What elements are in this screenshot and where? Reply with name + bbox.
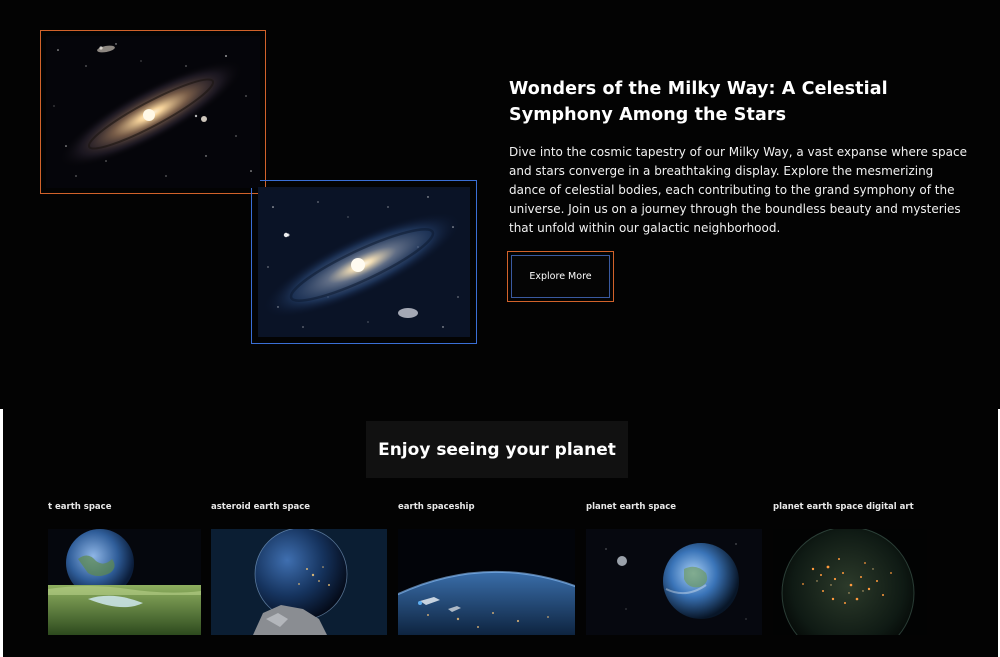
gallery-card-label: planet earth space digital art bbox=[773, 502, 914, 512]
planet-gallery-section: Enjoy seeing your planet t earth space a… bbox=[3, 409, 998, 657]
hero-description: Dive into the cosmic tapestry of our Mil… bbox=[509, 145, 967, 235]
planet-earth-image bbox=[586, 529, 762, 635]
earth-landscape-image bbox=[48, 529, 201, 635]
gallery-heading: Enjoy seeing your planet bbox=[378, 439, 616, 460]
asteroid-earth-image bbox=[211, 529, 387, 635]
hero-section: Wonders of the Milky Way: A Celestial Sy… bbox=[0, 0, 1000, 409]
galaxy-image-warm bbox=[46, 36, 260, 188]
gallery-card-label: asteroid earth space bbox=[211, 502, 311, 512]
gallery-card-label: t earth space bbox=[48, 502, 112, 512]
explore-more-button[interactable]: Explore More bbox=[511, 255, 610, 298]
hero-title: Wonders of the Milky Way: A Celestial Sy… bbox=[509, 79, 888, 125]
gallery-card-label: planet earth space bbox=[586, 502, 677, 512]
galaxy-image-blue bbox=[258, 187, 470, 337]
earth-spaceship-image bbox=[398, 529, 575, 635]
gallery-heading-box: Enjoy seeing your planet bbox=[366, 421, 628, 478]
earth-night-lights-image bbox=[773, 529, 927, 635]
gallery-card-label: earth spaceship bbox=[398, 502, 475, 512]
